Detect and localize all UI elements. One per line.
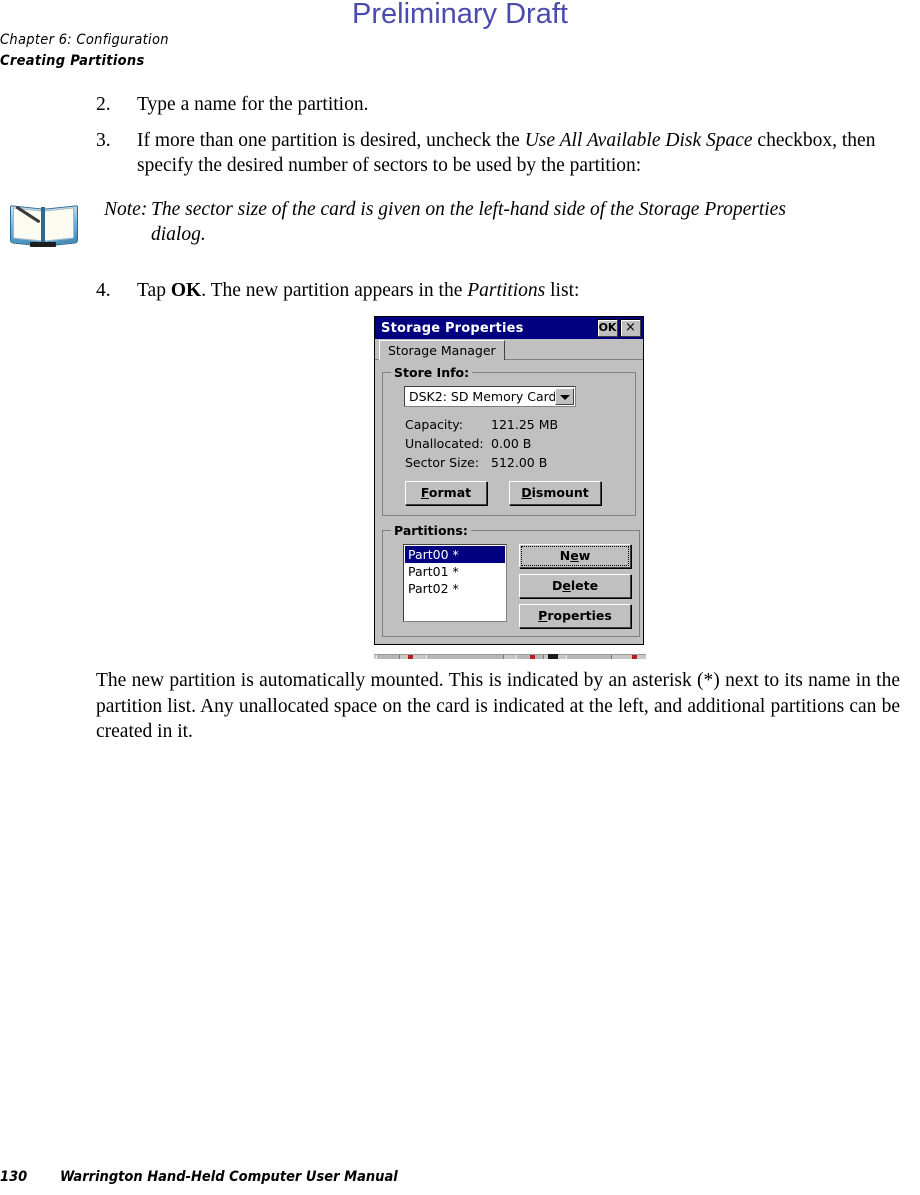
store-action-buttons: Format Dismount <box>405 481 627 505</box>
new-accel: e <box>570 548 579 563</box>
delete-accel: e <box>562 578 571 593</box>
format-label-rest: ormat <box>428 485 472 500</box>
list-item: 4. Tap OK. The new partition appears in … <box>96 278 896 303</box>
tabstrip: Storage Manager <box>375 339 643 360</box>
dialog-titlebar: Storage Properties OK × <box>375 317 643 339</box>
dismount-label-rest: ismount <box>531 485 589 500</box>
new-label-pre: N <box>559 548 571 563</box>
note-label: Note: <box>104 199 148 220</box>
unallocated-row: Unallocated: 0.00 B <box>405 434 627 453</box>
delete-partition-button[interactable]: Delete <box>519 574 631 598</box>
step-text-emphasis: Use All Available Disk Space <box>524 130 753 151</box>
dismount-accel: D <box>521 485 532 500</box>
step-text-emphasis: Partitions <box>467 280 546 301</box>
partitions-listbox[interactable]: Part00 * Part01 * Part02 * <box>403 544 507 622</box>
header-chapter: Chapter 6: Configuration <box>0 32 169 48</box>
unallocated-value: 0.00 B <box>491 436 532 451</box>
list-item: 2. Type a name for the partition. <box>96 92 896 117</box>
capacity-row: Capacity: 121.25 MB <box>405 415 627 434</box>
step-number: 4. <box>96 280 111 301</box>
format-button[interactable]: Format <box>405 481 487 505</box>
step-number: 2. <box>96 94 111 115</box>
partition-action-buttons: New Delete Properties <box>519 544 631 628</box>
store-info-legend: Store Info: <box>394 365 470 380</box>
tab-storage-manager[interactable]: Storage Manager <box>379 340 505 360</box>
close-icon[interactable]: × <box>620 319 641 337</box>
capacity-value: 121.25 MB <box>491 417 559 432</box>
properties-accel: P <box>538 608 548 623</box>
header-section: Creating Partitions <box>0 53 145 69</box>
list-item[interactable]: Part02 * <box>405 580 505 597</box>
partitions-legend: Partitions: <box>394 523 468 538</box>
properties-label-rest: roperties <box>547 608 612 623</box>
open-book-icon <box>8 203 80 251</box>
step-number: 3. <box>96 130 111 151</box>
new-label-rest: w <box>578 548 591 563</box>
storage-properties-dialog: Storage Properties OK × Storage Manager … <box>374 316 644 645</box>
partitions-row: Part00 * Part01 * Part02 * New Delete Pr… <box>403 544 631 628</box>
step-text-run: . The new partition appears in the <box>201 280 468 301</box>
sector-size-value: 512.00 B <box>491 455 548 470</box>
step-text-strong: OK <box>170 280 202 301</box>
step-text-run: Tap <box>137 280 171 301</box>
capacity-label: Capacity: <box>405 417 463 432</box>
page-footer: 130 Warrington Hand-Held Computer User M… <box>0 1169 398 1185</box>
step-text: Tap OK. The new partition appears in the… <box>137 278 896 303</box>
note-text: The sector size of the card is given on … <box>151 199 786 245</box>
properties-button[interactable]: Properties <box>519 604 631 628</box>
running-header: Chapter 6: Configuration Creating Partit… <box>0 30 169 72</box>
delete-label-rest: lete <box>570 578 599 593</box>
dialog-title: Storage Properties <box>381 320 524 336</box>
step-text: Type a name for the partition. <box>137 92 896 117</box>
list-item[interactable]: Part00 * <box>405 546 505 563</box>
page-number: 130 <box>0 1169 28 1185</box>
dismount-button[interactable]: Dismount <box>509 481 601 505</box>
sector-size-row: Sector Size: 512.00 B <box>405 453 627 472</box>
sector-size-label: Sector Size: <box>405 455 480 470</box>
note-body: Note: The sector size of the card is giv… <box>104 197 844 247</box>
step-text: If more than one partition is desired, u… <box>137 128 896 178</box>
body-content: 2. Type a name for the partition. 3. If … <box>96 92 896 189</box>
dialog-body: Store Info: DSK2: SD Memory Card Capacit… <box>375 360 643 637</box>
store-info-group: Store Info: DSK2: SD Memory Card Capacit… <box>382 365 636 516</box>
store-select[interactable]: DSK2: SD Memory Card <box>404 386 576 407</box>
step-text-run: If more than one partition is desired, u… <box>137 130 525 151</box>
storage-properties-screenshot: Storage Properties OK × Storage Manager … <box>374 316 646 659</box>
new-partition-button[interactable]: New <box>519 544 631 568</box>
step-text-run: Type a name for the partition. <box>137 94 369 115</box>
list-item[interactable]: Part01 * <box>405 563 505 580</box>
body-content-step4: 4. Tap OK. The new partition appears in … <box>96 278 896 314</box>
format-accel: F <box>420 485 429 500</box>
delete-label-pre: D <box>551 578 563 593</box>
manual-title: Warrington Hand-Held Computer User Manua… <box>60 1169 398 1185</box>
preliminary-draft-watermark: Preliminary Draft <box>352 0 568 30</box>
partitions-group: Partitions: Part00 * Part01 * Part02 * N… <box>382 523 640 637</box>
closing-paragraph: The new partition is automatically mount… <box>96 670 900 742</box>
store-select-value: DSK2: SD Memory Card <box>409 389 555 404</box>
list-item: 3. If more than one partition is desired… <box>96 128 896 178</box>
note-callout: Note: The sector size of the card is giv… <box>0 197 900 251</box>
step-text-run: list: <box>545 280 580 301</box>
unallocated-label: Unallocated: <box>405 436 484 451</box>
chevron-down-icon[interactable] <box>555 388 574 405</box>
device-taskbar-sliver <box>374 650 646 659</box>
ok-button[interactable]: OK <box>597 319 618 337</box>
